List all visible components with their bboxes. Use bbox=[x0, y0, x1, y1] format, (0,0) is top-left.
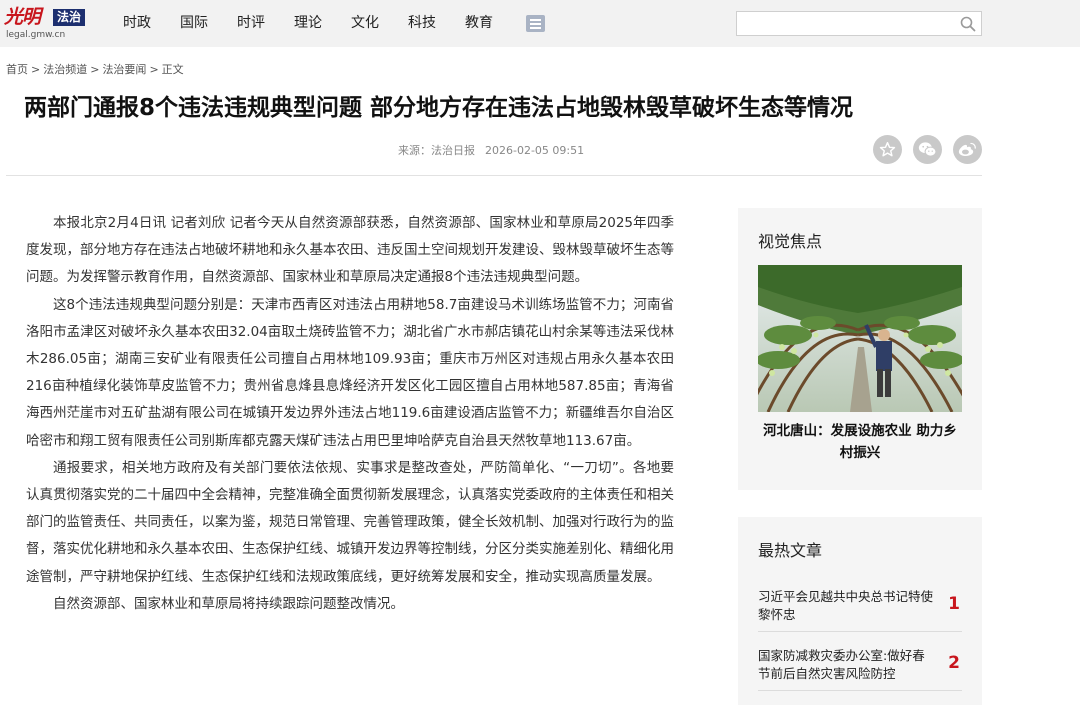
site-logo[interactable]: 光明 法治 legal.gmw.cn bbox=[4, 6, 90, 42]
logo-brand: 光明 bbox=[4, 6, 41, 28]
article-title: 两部门通报8个违法违规典型问题 部分地方存在违法占地毁林毁草破坏生态等情况 bbox=[24, 95, 854, 121]
hot-articles-panel: 最热文章 习近平会见越共中央总书记特使黎怀忠 1 国家防减救灾委办公室:做好春节… bbox=[738, 517, 982, 705]
favorite-button[interactable] bbox=[873, 135, 902, 164]
article-date: 2026-02-05 09:51 bbox=[485, 144, 585, 157]
hot-articles-title: 最热文章 bbox=[758, 541, 823, 560]
hot-article-rank: 1 bbox=[948, 594, 960, 614]
main-nav: 时政 国际 时评 理论 文化 科技 教育 bbox=[123, 0, 545, 47]
logo-channel-badge: 法治 bbox=[53, 9, 86, 26]
top-nav-bar: 光明 法治 legal.gmw.cn 时政 国际 时评 理论 文化 科技 教育 bbox=[0, 0, 1080, 47]
hot-article-link[interactable]: 国家防减救灾委办公室:做好春节前后自然灾害风险防控 bbox=[758, 647, 933, 683]
visual-focus-title: 视觉焦点 bbox=[758, 232, 823, 251]
article-paragraph: 这8个违法违规典型问题分别是：天津市西青区对违法占用耕地58.7亩建设马术训练场… bbox=[26, 296, 674, 449]
nav-item-theory[interactable]: 理论 bbox=[294, 0, 322, 47]
weibo-icon bbox=[958, 142, 976, 156]
wechat-share-button[interactable] bbox=[913, 135, 942, 164]
visual-focus-panel: 视觉焦点 河北唐山：发展设施农业 助力乡村振兴 bbox=[738, 208, 982, 490]
nav-item-international[interactable]: 国际 bbox=[180, 0, 208, 47]
breadcrumb-home[interactable]: 首页 bbox=[6, 63, 28, 76]
nav-item-commentary[interactable]: 时评 bbox=[237, 0, 265, 47]
article-source: 来源：法治日报 bbox=[398, 144, 475, 157]
search-input[interactable] bbox=[737, 12, 952, 35]
visual-focus-photo[interactable] bbox=[758, 265, 962, 412]
wechat-icon bbox=[918, 142, 937, 157]
nav-item-education[interactable]: 教育 bbox=[465, 0, 493, 47]
breadcrumb-section[interactable]: 法治要闻 bbox=[102, 63, 146, 76]
search-box bbox=[736, 11, 982, 36]
nav-item-technology[interactable]: 科技 bbox=[408, 0, 436, 47]
hot-article-item[interactable]: 国家防减救灾委办公室:做好春节前后自然灾害风险防控 2 bbox=[758, 639, 962, 691]
weibo-share-button[interactable] bbox=[953, 135, 982, 164]
breadcrumb: 首页 > 法治频道 > 法治要闻 > 正文 bbox=[6, 63, 184, 76]
search-icon[interactable] bbox=[960, 16, 976, 32]
article-body: 本报北京2月4日讯 记者刘欣 记者今天从自然资源部获悉，自然资源部、国家林业和草… bbox=[26, 210, 674, 618]
article-paragraph: 自然资源部、国家林业和草原局将持续跟踪问题整改情况。 bbox=[53, 595, 404, 612]
visual-focus-caption[interactable]: 河北唐山：发展设施农业 助力乡村振兴 bbox=[758, 420, 962, 464]
logo-domain: legal.gmw.cn bbox=[6, 30, 66, 40]
article-paragraph: 本报北京2月4日讯 记者刘欣 记者今天从自然资源部获悉，自然资源部、国家林业和草… bbox=[26, 215, 674, 286]
breadcrumb-channel[interactable]: 法治频道 bbox=[43, 63, 87, 76]
menu-icon[interactable] bbox=[526, 15, 545, 32]
star-icon bbox=[879, 141, 896, 157]
title-divider bbox=[6, 175, 982, 176]
article-meta: 来源：法治日报 2026-02-05 09:51 bbox=[398, 142, 584, 158]
hot-article-link[interactable]: 习近平会见越共中央总书记特使黎怀忠 bbox=[758, 588, 933, 624]
article-paragraph: 通报要求，相关地方政府及有关部门要依法依规、实事求是整改查处，严防简单化、“一刀… bbox=[26, 459, 674, 585]
nav-item-politics[interactable]: 时政 bbox=[123, 0, 151, 47]
nav-item-culture[interactable]: 文化 bbox=[351, 0, 379, 47]
breadcrumb-current: 正文 bbox=[161, 63, 184, 76]
hot-article-rank: 2 bbox=[948, 653, 960, 673]
hot-article-item[interactable]: 习近平会见越共中央总书记特使黎怀忠 1 bbox=[758, 580, 962, 632]
